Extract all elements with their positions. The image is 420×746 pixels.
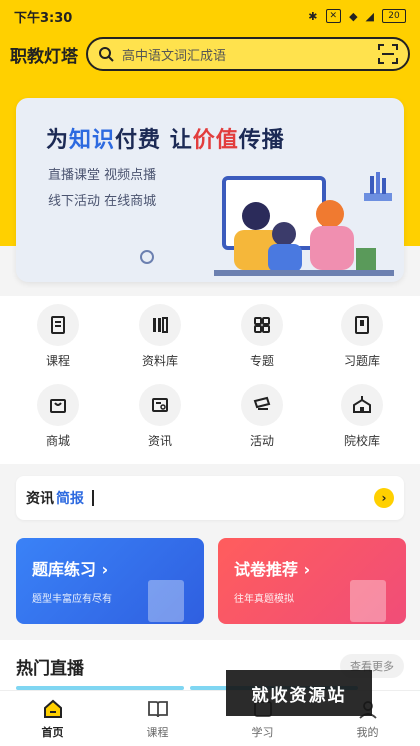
status-bar: 下午3:30 ✱ ✕ ◆ ◢ 20: [0, 0, 420, 32]
grid-item-courses[interactable]: 课程: [18, 304, 98, 380]
carousel-indicator[interactable]: [140, 250, 154, 264]
school-icon: [353, 396, 371, 413]
library-icon: [153, 317, 168, 333]
grid-item-label: 课程: [45, 354, 70, 368]
exercise-icon: [355, 316, 369, 334]
signal-icon: ◢: [365, 9, 374, 23]
grid-item-label: 院校库: [343, 434, 380, 448]
grid-item-news[interactable]: 资讯: [120, 384, 200, 460]
home-icon: [43, 699, 62, 718]
grid-item-label: 商城: [45, 434, 70, 448]
card-title: 试卷推荐 ›: [234, 560, 311, 579]
grid-item-topics[interactable]: 专题: [222, 304, 302, 380]
tab-label: 我的: [356, 725, 379, 739]
tab-label: 课程: [146, 725, 169, 739]
grid-item-label: 资料库: [141, 354, 178, 368]
grid-item-label: 活动: [249, 434, 274, 448]
news-highlight: 简报: [56, 491, 84, 507]
grid-item-mall[interactable]: 商城: [18, 384, 98, 460]
grid-item-label: 专题: [249, 354, 274, 368]
grid-item-library[interactable]: 资料库: [120, 304, 200, 380]
section-title: 热门直播: [16, 659, 84, 679]
book-icon: [51, 316, 65, 334]
tab-home[interactable]: 首页: [0, 691, 105, 746]
ticket-icon: [253, 396, 271, 410]
tab-label: 首页: [41, 725, 64, 739]
wifi-icon: ◆: [349, 9, 358, 23]
sim-off-icon: ✕: [325, 9, 342, 23]
app-header: 职教灯塔 高中语文词汇成语: [0, 32, 420, 76]
shopping-bag-icon: [50, 399, 66, 413]
grid-item-activities[interactable]: 活动: [222, 384, 302, 460]
grid-item-schools[interactable]: 院校库: [322, 384, 402, 460]
question-bank-card[interactable]: 题库练习 › 题型丰富应有尽有: [16, 538, 204, 624]
grid-icon: [254, 317, 270, 333]
promo-banner[interactable]: 为知识付费 让价值传播 直播课堂 视频点播 线下活动 在线商城: [16, 98, 404, 282]
tab-courses[interactable]: 课程: [105, 691, 210, 746]
text-cursor: [92, 490, 94, 506]
feature-grid: 课程 资料库 专题 习题库 商城 资讯 活动 院校库: [0, 296, 420, 464]
grid-item-label: 资讯: [147, 434, 172, 448]
scroll-icon: [350, 580, 386, 622]
banner-illustration: [214, 172, 394, 276]
banner-subtitle-2: 线下活动 在线商城: [48, 194, 157, 209]
search-icon: [99, 47, 114, 62]
app-logo: 职教灯塔: [10, 46, 78, 67]
status-time: 下午3:30: [14, 10, 73, 26]
status-icons: ✱ ✕ ◆ ◢ 20: [308, 9, 406, 23]
news-icon: [152, 398, 168, 412]
grid-item-exercises[interactable]: 习题库: [322, 304, 402, 380]
news-ticker[interactable]: 资讯 简报 ›: [16, 476, 404, 520]
tab-label: 学习: [251, 725, 274, 739]
battery-icon: 20: [382, 9, 406, 23]
banner-subtitle-1: 直播课堂 视频点播: [48, 168, 157, 183]
chevron-right-icon[interactable]: ›: [374, 488, 394, 508]
watermark: 就收资源站: [226, 670, 372, 716]
exam-recommend-card[interactable]: 试卷推荐 › 往年真题模拟: [218, 538, 406, 624]
news-prefix: 资讯: [26, 491, 54, 507]
folder-icon: [148, 580, 184, 622]
grid-item-label: 习题库: [343, 354, 380, 368]
open-book-icon: [147, 700, 168, 717]
card-title: 题库练习 ›: [32, 560, 109, 579]
bluetooth-icon: ✱: [308, 9, 318, 23]
search-placeholder: 高中语文词汇成语: [122, 48, 227, 64]
scan-icon[interactable]: [378, 44, 398, 64]
search-bar[interactable]: 高中语文词汇成语: [86, 37, 410, 71]
